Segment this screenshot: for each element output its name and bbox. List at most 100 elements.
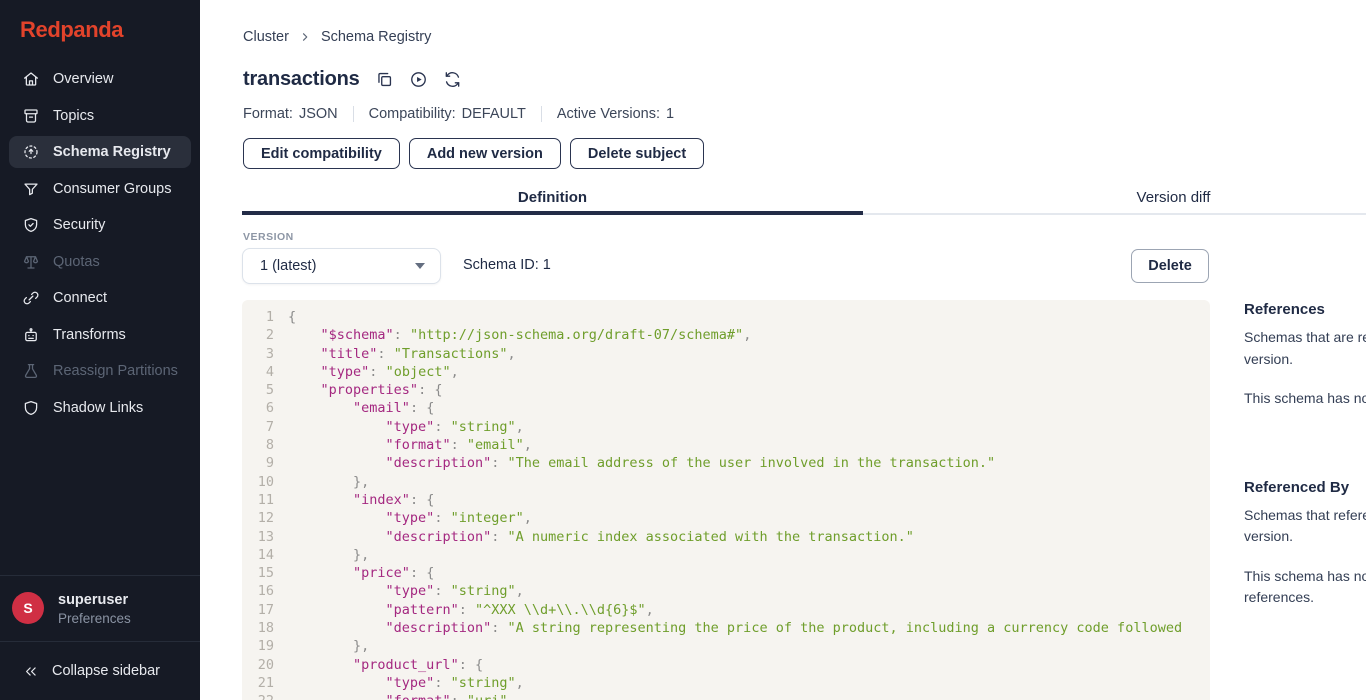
sidebar: Redpanda Overview Topics Schema Registry Co…: [0, 0, 200, 700]
collapse-sidebar-button[interactable]: Collapse sidebar: [0, 641, 200, 700]
code-line: "type": "integer",: [288, 509, 1210, 527]
sidebar-item-consumer-groups[interactable]: Consumer Groups: [9, 173, 191, 205]
code-line: "title": "Transactions",: [288, 345, 1210, 363]
edit-compatibility-button[interactable]: Edit compatibility: [243, 138, 400, 169]
main-content: Cluster Schema Registry transactions For…: [200, 0, 1366, 700]
sidebar-item-quotas: Quotas: [9, 246, 191, 278]
version-select[interactable]: 1 (latest): [242, 248, 441, 284]
home-icon: [22, 70, 40, 88]
code-line: "$schema": "http://json-schema.org/draft…: [288, 326, 1210, 344]
code-line: },: [288, 473, 1210, 491]
delete-version-button[interactable]: Delete: [1131, 249, 1209, 283]
code-line: "description": "The email address of the…: [288, 454, 1210, 472]
line-numbers: 12345678910111213141516171819202122: [254, 308, 274, 700]
sidebar-item-label: Shadow Links: [53, 400, 143, 416]
shield-icon: [22, 399, 40, 417]
sidebar-item-transforms[interactable]: Transforms: [9, 319, 191, 351]
code-line: },: [288, 546, 1210, 564]
sidebar-item-overview[interactable]: Overview: [9, 63, 191, 95]
avatar[interactable]: S: [12, 592, 44, 624]
sidebar-nav: Overview Topics Schema Registry Consumer Gr…: [0, 63, 200, 428]
sidebar-item-label: Reassign Partitions: [53, 363, 178, 379]
copy-icon[interactable]: [375, 70, 394, 89]
user-name: superuser: [58, 592, 128, 608]
code-line: },: [288, 637, 1210, 655]
references-panel: References Schemas that are referenced i…: [1244, 300, 1366, 609]
code-line: "type": "string",: [288, 674, 1210, 692]
sidebar-item-shadow-links[interactable]: Shadow Links: [9, 392, 191, 424]
user-preferences-link[interactable]: Preferences: [58, 611, 131, 626]
schema-registry-icon: [22, 143, 40, 161]
link-icon: [22, 289, 40, 307]
schema-definition-code: 12345678910111213141516171819202122 { "$…: [242, 300, 1210, 700]
sidebar-item-label: Quotas: [53, 254, 100, 270]
compatibility-label: Compatibility:: [369, 106, 456, 122]
active-versions-value: 1: [666, 106, 674, 122]
sidebar-item-label: Security: [53, 217, 105, 233]
referenced-by-description: Schemas that reference thisversion.: [1244, 505, 1366, 548]
schema-meta-row: Format: JSON Compatibility: DEFAULT Acti…: [243, 106, 674, 122]
referenced-by-title: Referenced By: [1244, 478, 1366, 498]
sidebar-item-security[interactable]: Security: [9, 209, 191, 241]
code-line: "format": "uri": [288, 692, 1210, 700]
code-line: {: [288, 308, 1210, 326]
play-circle-icon[interactable]: [409, 70, 428, 89]
code-line: "format": "email",: [288, 436, 1210, 454]
code-line: "product_url": {: [288, 656, 1210, 674]
breadcrumb: Cluster Schema Registry: [243, 29, 431, 45]
code-lines: { "$schema": "http://json-schema.org/dra…: [288, 308, 1210, 700]
schema-id-value: 1: [543, 257, 551, 273]
code-line: "description": "A string representing th…: [288, 619, 1210, 637]
references-title: References: [1244, 300, 1366, 320]
breadcrumb-schema-registry: Schema Registry: [321, 29, 431, 45]
version-select-value: 1 (latest): [260, 258, 316, 274]
scale-icon: [22, 253, 40, 271]
funnel-icon: [22, 180, 40, 198]
topics-icon: [22, 107, 40, 125]
sidebar-item-label: Transforms: [53, 327, 126, 343]
schema-id: Schema ID: 1: [463, 257, 551, 273]
code-line: "type": "string",: [288, 582, 1210, 600]
sidebar-item-label: Connect: [53, 290, 107, 306]
sidebar-item-connect[interactable]: Connect: [9, 282, 191, 314]
compatibility-value: DEFAULT: [462, 106, 526, 122]
code-line: "type": "string",: [288, 418, 1210, 436]
divider: [353, 106, 354, 122]
code-line: "type": "object",: [288, 363, 1210, 381]
divider: [541, 106, 542, 122]
code-line: "index": {: [288, 491, 1210, 509]
tab-bar: DefinitionVersion diff: [242, 186, 1366, 215]
add-new-version-button[interactable]: Add new version: [409, 138, 561, 169]
sidebar-item-label: Overview: [53, 71, 113, 87]
redpanda-logo: Redpanda: [20, 17, 123, 43]
tab-version-diff[interactable]: Version diff: [863, 186, 1366, 215]
references-empty-text: This schema has no references.: [1244, 388, 1366, 410]
code-line: "email": {: [288, 399, 1210, 417]
active-versions-label: Active Versions:: [557, 106, 660, 122]
sidebar-item-schema-registry[interactable]: Schema Registry: [9, 136, 191, 168]
caret-down-icon: [415, 263, 425, 269]
chevron-right-icon: [298, 30, 312, 44]
code-line: "price": {: [288, 564, 1210, 582]
code-line: "properties": {: [288, 381, 1210, 399]
references-description: Schemas that are referenced in thisversi…: [1244, 327, 1366, 370]
code-line: "pattern": "^XXX \\d+\\.\\d{6}$",: [288, 601, 1210, 619]
collapse-sidebar-label: Collapse sidebar: [52, 663, 160, 679]
shield-check-icon: [22, 216, 40, 234]
delete-subject-button[interactable]: Delete subject: [570, 138, 704, 169]
sidebar-item-label: Topics: [53, 108, 94, 124]
format-label: Format:: [243, 106, 293, 122]
breadcrumb-cluster[interactable]: Cluster: [243, 29, 289, 45]
sidebar-item-reassign-partitions: Reassign Partitions: [9, 355, 191, 387]
sidebar-item-label: Consumer Groups: [53, 181, 171, 197]
tab-definition[interactable]: Definition: [242, 186, 863, 215]
refresh-icon[interactable]: [443, 70, 462, 89]
user-section[interactable]: S superuser Preferences: [0, 575, 200, 641]
code-line: "description": "A numeric index associat…: [288, 528, 1210, 546]
format-value: JSON: [299, 106, 338, 122]
flask-icon: [22, 362, 40, 380]
sidebar-item-topics[interactable]: Topics: [9, 100, 191, 132]
sidebar-item-label: Schema Registry: [53, 144, 171, 160]
page-title: transactions: [243, 68, 360, 91]
referenced-by-empty-text: This schema has no incomingreferences.: [1244, 566, 1366, 609]
